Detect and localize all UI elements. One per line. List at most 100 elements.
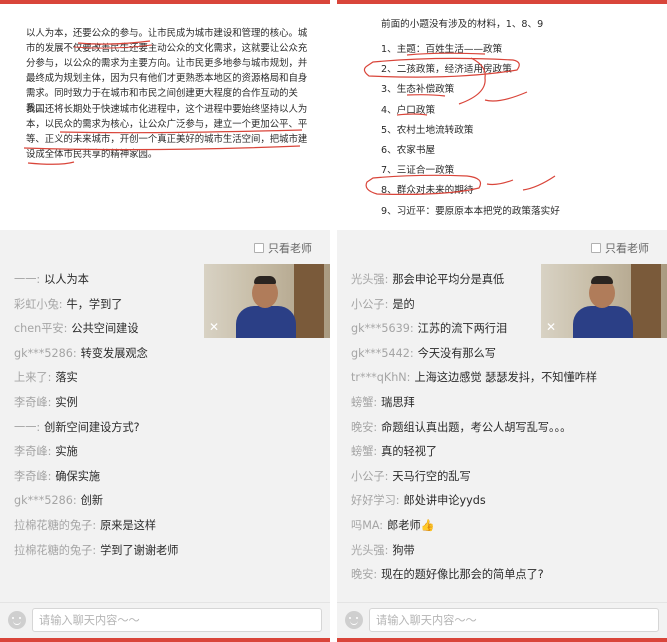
chat-message: 吗MA: 郎老师👍 bbox=[351, 514, 597, 539]
teacher-video-window[interactable]: ✕ bbox=[204, 264, 330, 338]
chat-message: 彩虹小兔: 牛，学到了 bbox=[14, 293, 178, 318]
chat-text: 创新空间建设方式? bbox=[44, 420, 140, 434]
chat-username: 李奇峰 bbox=[14, 469, 48, 483]
chat-separator: : bbox=[36, 273, 41, 286]
chat-username: 光头强 bbox=[351, 543, 385, 557]
chat-separator: : bbox=[47, 371, 52, 385]
chat-username: 一一 bbox=[14, 420, 37, 434]
chat-username: gk***5442 bbox=[351, 346, 410, 360]
chat-separator: : bbox=[409, 322, 414, 336]
chat-username: 拉棉花糖的兔子 bbox=[14, 518, 93, 532]
chat-separator: : bbox=[384, 273, 389, 286]
chat-text: 确保实施 bbox=[55, 469, 101, 483]
thumbs-up-icon: 👍 bbox=[420, 518, 435, 532]
chat-text: 上海这边感觉 瑟瑟发抖，不知懂咋样 bbox=[414, 371, 598, 385]
chat-separator: : bbox=[409, 346, 414, 360]
bottom-accent-strip bbox=[0, 638, 330, 642]
chat-text: 创新 bbox=[80, 494, 104, 508]
chat-username: 晚安 bbox=[351, 568, 374, 582]
lecture-document: 以人为本，还要公众的参与。让市民成为城市建设和管理的核心。城市的发展不仅要改善民… bbox=[0, 4, 330, 230]
chat-message: tr***qKhN: 上海这边感觉 瑟瑟发抖，不知懂咋样 bbox=[351, 366, 597, 391]
chat-input[interactable] bbox=[369, 608, 659, 632]
close-icon[interactable]: ✕ bbox=[207, 320, 221, 334]
left-live-screen: 以人为本，还要公众的参与。让市民成为城市建设和管理的核心。城市的发展不仅要改善民… bbox=[0, 0, 330, 642]
chat-message: 李奇峰: 实例 bbox=[14, 391, 178, 416]
chat-username: 一一 bbox=[14, 273, 37, 286]
chat-separator: : bbox=[47, 395, 52, 409]
teacher-only-label: 只看老师 bbox=[268, 242, 312, 255]
policy-item: 6、农家书屋 bbox=[381, 144, 436, 156]
chat-input[interactable] bbox=[32, 608, 322, 632]
chat-username: 彩虹小兔 bbox=[14, 297, 59, 311]
chat-message: 拉棉花糖的兔子: 原来是这样 bbox=[14, 514, 178, 539]
chat-text: 现在的题好像比那会的简单点了? bbox=[381, 568, 544, 582]
chat-text: 落实 bbox=[55, 371, 78, 385]
chat-separator: : bbox=[379, 518, 384, 532]
chat-username: 晚安 bbox=[351, 420, 374, 434]
chat-text: 以人为本 bbox=[44, 273, 89, 286]
chat-text: 江苏的流下两行泪 bbox=[417, 322, 508, 336]
chat-message: 好好学习: 郎处讲申论yyds bbox=[351, 489, 597, 514]
doc-intro: 前面的小题没有涉及的材料，1、8、9 bbox=[381, 19, 544, 30]
chat-message: 晚安: 命题组认真出题，考公人胡写乱写。。。 bbox=[351, 416, 597, 441]
chat-text: 郎处讲申论yyds bbox=[403, 494, 486, 508]
right-live-screen: 公号主 前面的小题没有涉及的材料，1、8、9 1、主题：百姓生活——政策 2、二… bbox=[337, 0, 667, 642]
chat-message: 拉棉花糖的兔子: 学到了谢谢老师 bbox=[14, 539, 178, 564]
chat-message: 小公子: 天马行空的乱写 bbox=[351, 465, 597, 490]
teacher-only-checkbox[interactable] bbox=[254, 243, 264, 253]
chat-username: 光头强 bbox=[351, 273, 385, 286]
chat-username: 好好学习 bbox=[351, 494, 396, 508]
teacher-hair bbox=[254, 276, 276, 284]
teacher-only-toggle[interactable]: 只看老师 bbox=[254, 240, 312, 256]
chat-username: 吗MA bbox=[351, 518, 380, 532]
chat-message: 一一: 以人为本 bbox=[14, 268, 178, 293]
chat-message: chen平安: 公共空间建设 bbox=[14, 317, 178, 342]
chat-text: 郎老师 bbox=[387, 518, 421, 532]
chat-header: 只看老师 bbox=[0, 232, 330, 262]
chat-separator: : bbox=[58, 297, 63, 311]
chat-separator: : bbox=[92, 518, 97, 532]
chat-message-list: 一一: 以人为本 彩虹小兔: 牛，学到了 chen平安: 公共空间建设 gk***52… bbox=[14, 268, 178, 563]
chat-text: 今天没有那么写 bbox=[417, 346, 496, 360]
teacher-figure bbox=[236, 306, 296, 338]
chat-message: 螃蟹: 真的轻视了 bbox=[351, 440, 597, 465]
chat-username: chen平安 bbox=[14, 322, 64, 336]
chat-message: 晚安: 现在的题好像比那会的简单点了? bbox=[351, 563, 597, 588]
chat-separator: : bbox=[384, 297, 389, 311]
doc-paragraph: 我国还将长期处于快速城市化进程中，这个进程中要始终坚持以人为本，以民众的需求为核… bbox=[26, 104, 308, 160]
chat-text: 牛，学到了 bbox=[66, 297, 123, 311]
chat-username: 李奇峰 bbox=[14, 445, 48, 459]
chat-text: 天马行空的乱写 bbox=[392, 469, 471, 483]
chat-message: 一一: 创新空间建设方式? bbox=[14, 416, 178, 441]
chat-message-list: 光头强: 那会申论平均分是真低 小公子: 是的 gk***5639: 江苏的流下两行泪… bbox=[351, 268, 597, 588]
policy-item: 9、习近平：要原原本本把党的政策落实好 bbox=[381, 205, 560, 217]
chat-separator: : bbox=[92, 543, 97, 557]
chat-text: 狗带 bbox=[392, 543, 415, 557]
chat-text: 那会申论平均分是真低 bbox=[392, 273, 505, 286]
smiley-face-icon[interactable] bbox=[345, 611, 363, 629]
chat-separator: : bbox=[373, 420, 378, 434]
lecture-document: 前面的小题没有涉及的材料，1、8、9 1、主题：百姓生活——政策 2、二孩政策，… bbox=[337, 4, 667, 230]
policy-item: 5、农村土地流转政策 bbox=[381, 124, 474, 136]
chat-message: 光头强: 那会申论平均分是真低 bbox=[351, 268, 597, 293]
teacher-only-label: 只看老师 bbox=[605, 242, 649, 255]
chat-header: 只看老师 bbox=[337, 232, 667, 262]
smiley-face-icon[interactable] bbox=[8, 611, 26, 629]
chat-text: 真的轻视了 bbox=[381, 445, 438, 459]
chat-text: 实施 bbox=[55, 445, 78, 459]
bottom-accent-strip bbox=[337, 638, 667, 642]
chat-separator: : bbox=[72, 494, 77, 508]
policy-item: 8、群众对未来的期待 bbox=[381, 185, 474, 197]
chat-message: 上来了: 落实 bbox=[14, 366, 178, 391]
chat-separator: : bbox=[72, 346, 77, 360]
chat-message: 小公子: 是的 bbox=[351, 293, 597, 318]
chat-separator: : bbox=[384, 469, 389, 483]
chat-message: gk***5639: 江苏的流下两行泪 bbox=[351, 317, 597, 342]
chat-text: 原来是这样 bbox=[100, 518, 157, 532]
chat-username: 拉棉花糖的兔子 bbox=[14, 543, 93, 557]
chat-separator: : bbox=[373, 445, 378, 459]
chat-separator: : bbox=[384, 543, 389, 557]
chat-separator: : bbox=[406, 371, 411, 385]
teacher-only-checkbox[interactable] bbox=[591, 243, 601, 253]
teacher-only-toggle[interactable]: 只看老师 bbox=[591, 240, 649, 256]
